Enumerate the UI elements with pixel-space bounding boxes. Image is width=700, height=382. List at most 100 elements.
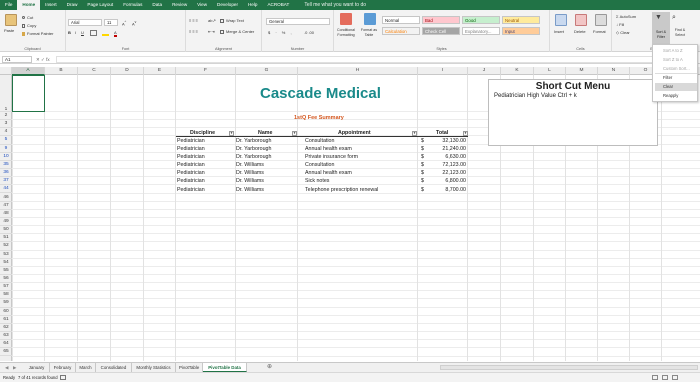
delete-cells-icon[interactable] [575, 14, 587, 26]
orientation-icon[interactable]: ab↗ [208, 18, 216, 24]
cell-style-input[interactable]: Input [502, 27, 540, 35]
fx-icon[interactable]: ✕ ✓ fx [36, 56, 50, 63]
filter-dropdown-discipline-icon[interactable]: ▾ [229, 130, 234, 136]
conditional-formatting-button[interactable]: Conditional Formatting [334, 28, 358, 37]
column-header-j[interactable]: J [468, 67, 501, 75]
page-break-view-icon[interactable] [672, 375, 678, 380]
format-table-icon[interactable] [364, 13, 376, 25]
menu-item-filter[interactable]: Filter [655, 74, 697, 82]
column-header-m[interactable]: M [566, 67, 598, 75]
conditional-format-icon[interactable] [340, 13, 352, 25]
insert-cells-icon[interactable] [555, 14, 567, 26]
row-header-51[interactable]: 51 [0, 234, 12, 243]
fill-color-icon[interactable] [102, 30, 109, 36]
ribbon-tab-view[interactable]: View [192, 0, 212, 10]
cell-style-explanatory[interactable]: Explanatory... [462, 27, 500, 35]
ribbon-tab-home[interactable]: Home [17, 0, 41, 10]
ribbon-tab-review[interactable]: Review [167, 0, 192, 10]
row-header-3[interactable]: 3 [0, 120, 12, 129]
row-header-44[interactable]: 44 [0, 185, 12, 194]
align-left-icon[interactable]: ≡≡≡ [189, 29, 199, 35]
indent-icon[interactable]: ⇤⇥ [208, 29, 215, 35]
row-header-5[interactable]: 5 [0, 136, 12, 145]
menu-item-clear[interactable]: Clear [655, 83, 697, 91]
font-size-select[interactable]: 11 [104, 19, 118, 26]
shrink-font-icon[interactable]: Av [132, 19, 136, 27]
scroll-right-icon[interactable]: ▶ [10, 363, 19, 372]
fill-button[interactable]: ↓ Fill [616, 22, 624, 28]
row-header-2[interactable]: 2 [0, 112, 12, 121]
row-header-59[interactable]: 59 [0, 299, 12, 308]
formula-input[interactable] [56, 56, 696, 63]
column-header-l[interactable]: L [534, 67, 566, 75]
sheet-tab-march[interactable]: March [76, 363, 96, 372]
cell-style-bad[interactable]: Bad [422, 16, 460, 24]
row-header-57[interactable]: 57 [0, 283, 12, 292]
row-header-63[interactable]: 63 [0, 332, 12, 341]
row-header-60[interactable]: 60 [0, 308, 12, 316]
column-header-c[interactable]: C [78, 67, 111, 75]
cut-button[interactable]: Cut [22, 15, 33, 21]
menu-item-reapply[interactable]: Reapply [655, 92, 697, 100]
column-header-g[interactable]: G [236, 67, 298, 75]
horizontal-scrollbar[interactable] [440, 365, 698, 370]
row-header-56[interactable]: 56 [0, 275, 12, 284]
select-all-corner[interactable] [0, 67, 12, 75]
sheet-tab-pivottable-data[interactable]: PivotTable Data [203, 363, 247, 372]
clear-button[interactable]: ◇ Clear [616, 30, 630, 36]
row-header-1[interactable]: 1 [0, 75, 12, 112]
row-header-48[interactable]: 48 [0, 210, 12, 218]
row-header-10[interactable]: 10 [0, 153, 12, 161]
filter-dropdown-name-icon[interactable]: ▾ [292, 130, 297, 136]
row-header-54[interactable]: 54 [0, 259, 12, 267]
delete-button[interactable]: Delete [574, 29, 586, 35]
page-layout-view-icon[interactable] [662, 375, 668, 380]
font-name-select[interactable]: Arial [68, 19, 102, 26]
bold-icon[interactable]: B [68, 30, 71, 36]
row-header-4[interactable]: 4 [0, 128, 12, 137]
ribbon-tab-page-layout[interactable]: Page Layout [82, 0, 118, 10]
font-color-icon[interactable]: A [114, 30, 117, 37]
paste-icon[interactable] [5, 14, 17, 26]
align-top-icon[interactable]: ≡≡≡ [189, 18, 199, 24]
column-header-n[interactable]: N [598, 67, 630, 75]
macro-record-icon[interactable] [60, 375, 66, 380]
name-box[interactable]: A1 [2, 56, 32, 63]
sort-filter-button[interactable]: ▼ Sort & Filter [652, 12, 670, 44]
ribbon-tab-file[interactable]: File [0, 0, 17, 10]
paste-button[interactable]: Paste [4, 28, 14, 34]
cell-style-good[interactable]: Good [462, 16, 500, 24]
normal-view-icon[interactable] [652, 375, 658, 380]
row-header-36[interactable]: 36 [0, 169, 12, 178]
column-header-f[interactable]: F [176, 67, 236, 75]
sheet-tab-pivottable[interactable]: PivotTable [176, 363, 203, 372]
row-header-35[interactable]: 35 [0, 161, 12, 170]
row-header-61[interactable]: 61 [0, 316, 12, 324]
column-header-e[interactable]: E [144, 67, 176, 75]
sheet-tab-monthly-statistics[interactable]: Monthly Statistics [132, 363, 176, 372]
underline-icon[interactable]: U [81, 30, 84, 36]
column-header-i[interactable]: I [418, 67, 468, 75]
add-sheet-icon[interactable]: ⊕ [264, 363, 275, 372]
row-header-55[interactable]: 55 [0, 267, 12, 275]
sheet-tab-february[interactable]: February [50, 363, 76, 372]
currency-icon[interactable]: $ · % , [268, 30, 294, 36]
column-header-k[interactable]: K [501, 67, 534, 75]
cell-style-check-cell[interactable]: Check Cell [422, 27, 460, 35]
row-header-53[interactable]: 53 [0, 251, 12, 259]
insert-button[interactable]: Insert [554, 29, 564, 35]
row-header-9[interactable]: 9 [0, 145, 12, 153]
cell-style-neutral[interactable]: Neutral [502, 16, 540, 24]
row-header-62[interactable]: 62 [0, 324, 12, 333]
sheet-tab-consolidated[interactable]: Consolidated [96, 363, 132, 372]
italic-icon[interactable]: I [75, 30, 76, 36]
ribbon-tab-insert[interactable]: Insert [40, 0, 62, 10]
selected-cell-a1[interactable] [12, 75, 45, 112]
row-header-58[interactable]: 58 [0, 291, 12, 300]
decimal-icon[interactable]: .0 .00 [304, 30, 314, 36]
wrap-text-button[interactable]: Wrap Text [220, 18, 244, 24]
row-header-47[interactable]: 47 [0, 202, 12, 210]
border-icon[interactable] [90, 30, 97, 36]
ribbon-tab-developer[interactable]: Developer [212, 0, 243, 10]
column-header-a[interactable]: A [12, 67, 45, 75]
